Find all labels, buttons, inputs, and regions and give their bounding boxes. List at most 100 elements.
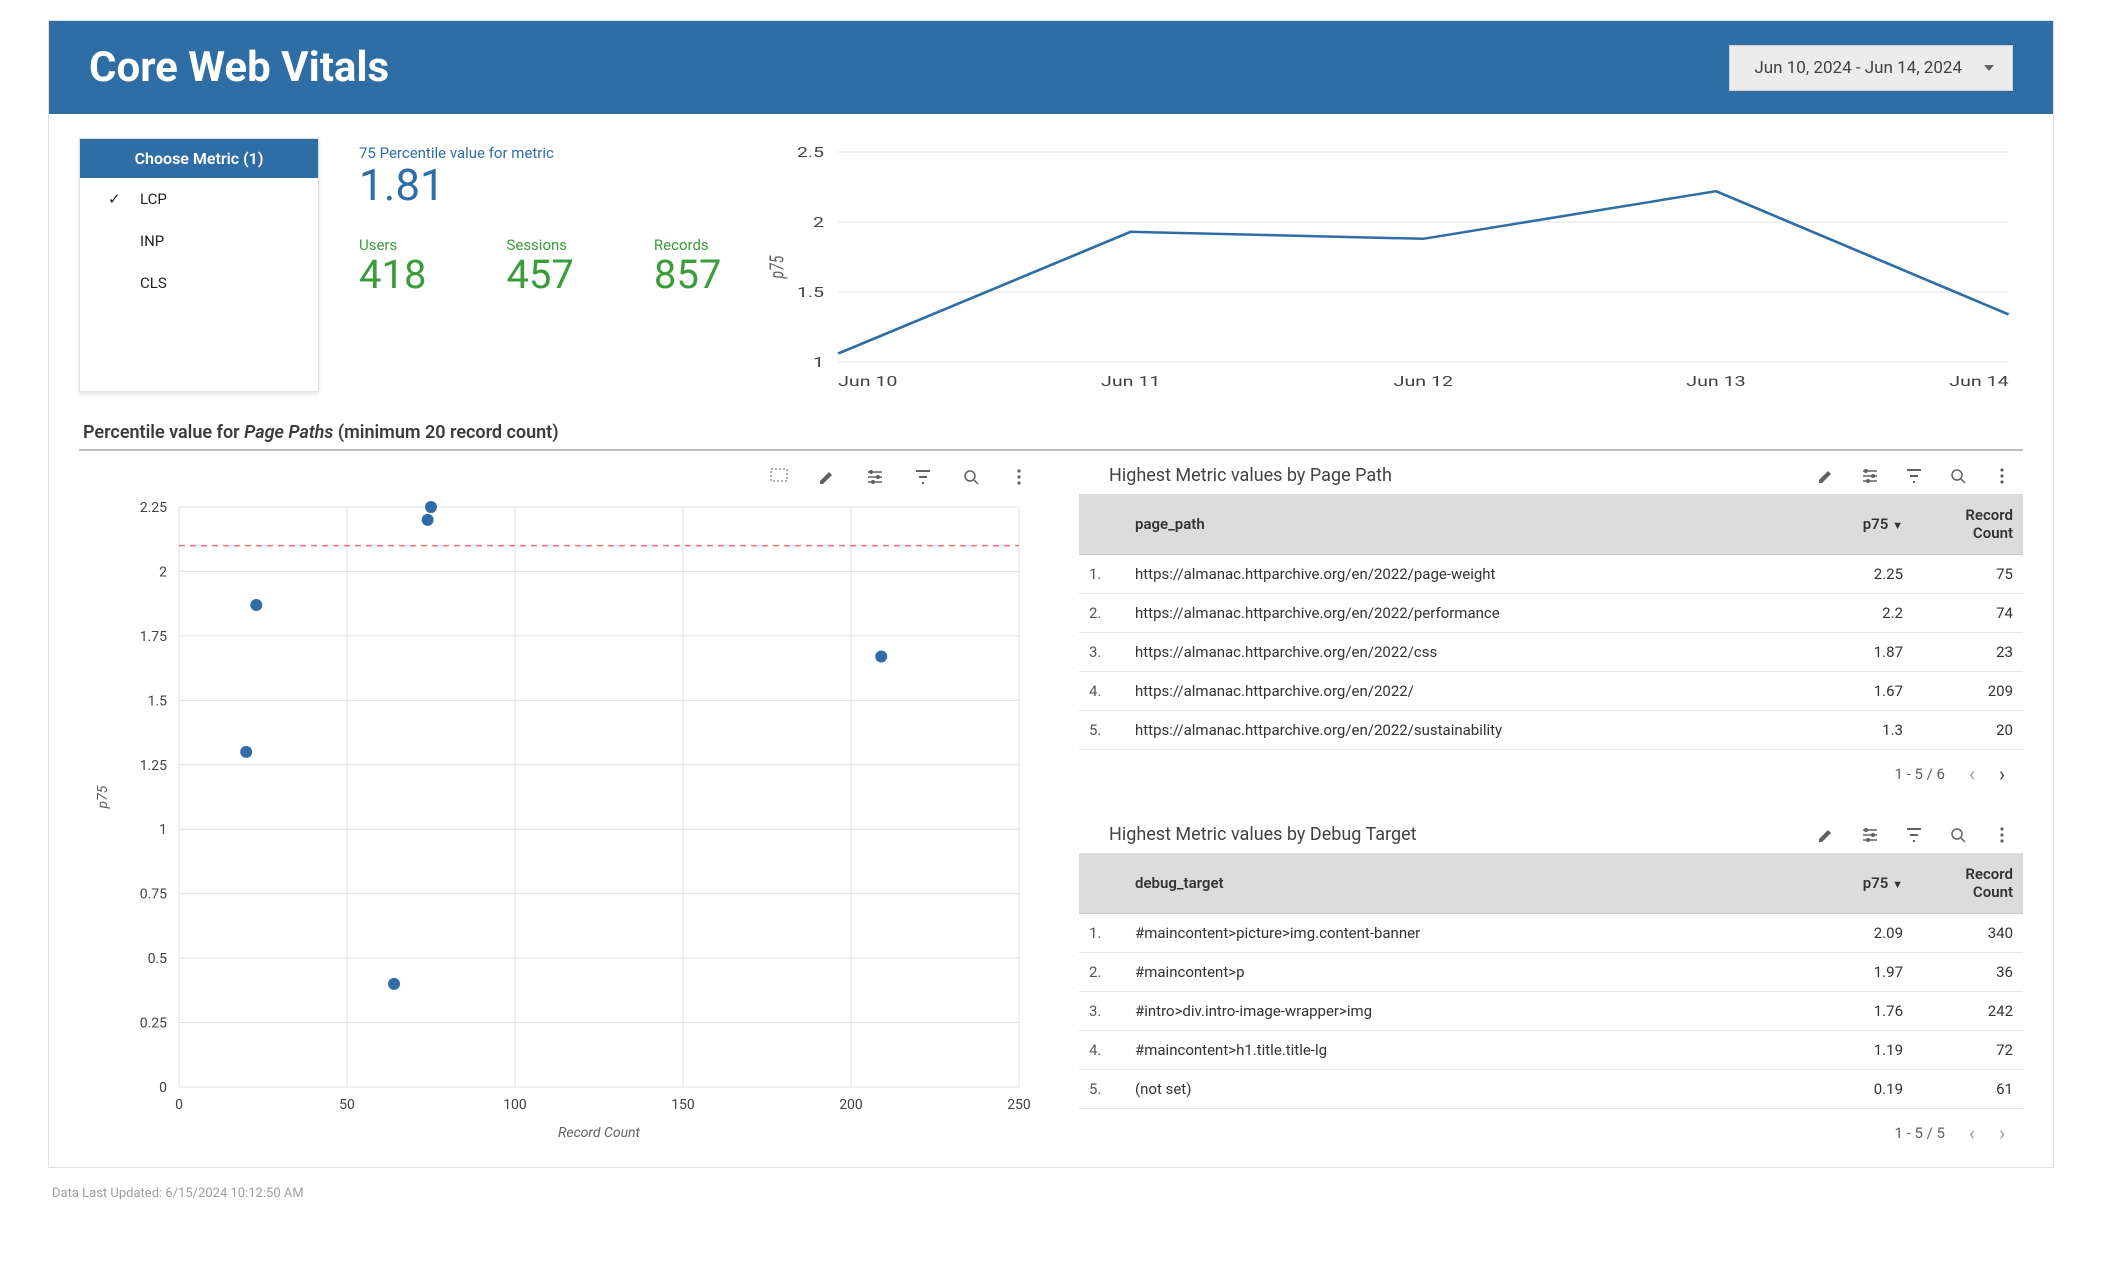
kpi-users: Users418 bbox=[359, 236, 426, 296]
zoom-reset-icon[interactable] bbox=[1949, 826, 1967, 848]
metric-option-inp[interactable]: INP bbox=[80, 220, 318, 262]
tune-icon[interactable] bbox=[1861, 826, 1879, 848]
svg-text:Jun 14: Jun 14 bbox=[1950, 374, 2010, 390]
svg-text:1.5: 1.5 bbox=[148, 693, 168, 709]
more-icon[interactable] bbox=[1009, 467, 1029, 487]
date-range-picker[interactable]: Jun 10, 2024 - Jun 14, 2024 bbox=[1729, 45, 2013, 91]
svg-text:1: 1 bbox=[813, 355, 824, 371]
col-p75[interactable]: p75 ▼ bbox=[1803, 853, 1913, 914]
table-row[interactable]: 1.#maincontent>picture>img.content-banne… bbox=[1079, 914, 2023, 953]
svg-text:250: 250 bbox=[1007, 1097, 1031, 1113]
svg-text:0.75: 0.75 bbox=[140, 887, 167, 903]
table-title: Highest Metric values by Debug Target bbox=[1079, 820, 1417, 853]
edit-icon[interactable] bbox=[1817, 467, 1835, 489]
svg-text:1.25: 1.25 bbox=[140, 758, 167, 774]
metric-option-label: CLS bbox=[140, 274, 167, 292]
section-title: Percentile value for Page Paths (minimum… bbox=[83, 422, 2023, 443]
table-row[interactable]: 3.https://almanac.httparchive.org/en/202… bbox=[1079, 633, 2023, 672]
svg-text:2.5: 2.5 bbox=[797, 145, 824, 161]
trend-chart: 11.522.5Jun 10Jun 11Jun 12Jun 13Jun 14p7… bbox=[761, 138, 2023, 392]
table-row[interactable]: 5.https://almanac.httparchive.org/en/202… bbox=[1079, 711, 2023, 750]
table-row[interactable]: 5.(not set)0.1961 bbox=[1079, 1070, 2023, 1109]
filter-icon[interactable] bbox=[1905, 826, 1923, 848]
next-page-button[interactable]: › bbox=[1999, 1121, 2005, 1145]
report-container: Core Web Vitals Jun 10, 2024 - Jun 14, 2… bbox=[48, 20, 2054, 1168]
svg-text:Record Count: Record Count bbox=[558, 1125, 641, 1141]
more-icon[interactable] bbox=[1993, 826, 2011, 848]
metric-option-label: LCP bbox=[140, 190, 167, 208]
svg-text:Jun 13: Jun 13 bbox=[1687, 374, 1746, 390]
svg-text:p75: p75 bbox=[767, 255, 790, 279]
table-toolbar bbox=[1817, 467, 2023, 489]
page-title: Core Web Vitals bbox=[89, 43, 389, 92]
table-pager: 1 - 5 / 6 ‹ › bbox=[1079, 750, 2023, 788]
date-range-label: Jun 10, 2024 - Jun 14, 2024 bbox=[1754, 58, 1962, 78]
kpi-value: 418 bbox=[359, 254, 426, 296]
svg-text:200: 200 bbox=[839, 1097, 863, 1113]
edit-icon[interactable] bbox=[1817, 826, 1835, 848]
pager-range: 1 - 5 / 6 bbox=[1894, 765, 1945, 783]
svg-text:1.75: 1.75 bbox=[140, 629, 167, 645]
pager-range: 1 - 5 / 5 bbox=[1894, 1124, 1945, 1142]
zoom-reset-icon[interactable] bbox=[961, 467, 981, 487]
kpi-value: 457 bbox=[506, 254, 573, 296]
col-page-path[interactable]: page_path bbox=[1125, 494, 1803, 555]
report-header: Core Web Vitals Jun 10, 2024 - Jun 14, 2… bbox=[49, 21, 2053, 114]
kpi-value: 857 bbox=[654, 254, 721, 296]
tune-icon[interactable] bbox=[1861, 467, 1879, 489]
col-record-count[interactable]: Record Count bbox=[1913, 494, 2023, 555]
svg-text:2: 2 bbox=[813, 215, 824, 231]
next-page-button[interactable]: › bbox=[1999, 762, 2005, 786]
kpi-p75-value: 1.81 bbox=[359, 162, 721, 208]
svg-text:Jun 11: Jun 11 bbox=[1101, 374, 1160, 390]
svg-text:50: 50 bbox=[339, 1097, 355, 1113]
prev-page-button[interactable]: ‹ bbox=[1969, 1121, 1975, 1145]
col-record-count[interactable]: Record Count bbox=[1913, 853, 2023, 914]
svg-text:0.5: 0.5 bbox=[148, 951, 168, 967]
zoom-reset-icon[interactable] bbox=[1949, 467, 1967, 489]
kpi-records: Records857 bbox=[654, 236, 721, 296]
svg-text:p75: p75 bbox=[95, 785, 111, 809]
metric-option-cls[interactable]: CLS bbox=[80, 262, 318, 304]
metric-selector: Choose Metric (1) ✓ LCP INP CLS bbox=[79, 138, 319, 392]
svg-text:2: 2 bbox=[159, 564, 167, 580]
table-row[interactable]: 2.#maincontent>p1.9736 bbox=[1079, 953, 2023, 992]
table-title: Highest Metric values by Page Path bbox=[1079, 461, 1392, 494]
table-debug-target: Highest Metric values by Debug Target bbox=[1079, 820, 2023, 1147]
svg-text:1: 1 bbox=[159, 822, 167, 838]
table-row[interactable]: 2.https://almanac.httparchive.org/en/202… bbox=[1079, 594, 2023, 633]
chevron-down-icon bbox=[1984, 65, 1994, 71]
svg-text:Jun 12: Jun 12 bbox=[1394, 374, 1453, 390]
filter-icon[interactable] bbox=[1905, 467, 1923, 489]
divider bbox=[79, 449, 2023, 451]
table-row[interactable]: 4.https://almanac.httparchive.org/en/202… bbox=[1079, 672, 2023, 711]
table-pager: 1 - 5 / 5 ‹ › bbox=[1079, 1109, 2023, 1147]
svg-text:0: 0 bbox=[175, 1097, 183, 1113]
metric-option-lcp[interactable]: ✓ LCP bbox=[80, 178, 318, 220]
metric-option-label: INP bbox=[140, 232, 164, 250]
check-icon: ✓ bbox=[108, 190, 126, 208]
table-page-path: Highest Metric values by Page Path bbox=[1079, 461, 2023, 788]
table-toolbar bbox=[1817, 826, 2023, 848]
filter-icon[interactable] bbox=[913, 467, 933, 487]
table-row[interactable]: 3.#intro>div.intro-image-wrapper>img1.76… bbox=[1079, 992, 2023, 1031]
more-icon[interactable] bbox=[1993, 467, 2011, 489]
svg-text:2.25: 2.25 bbox=[140, 500, 167, 516]
kpi-p75: 75 Percentile value for metric 1.81 bbox=[359, 144, 721, 208]
svg-text:150: 150 bbox=[671, 1097, 695, 1113]
svg-text:0: 0 bbox=[159, 1080, 167, 1096]
tune-icon[interactable] bbox=[865, 467, 885, 487]
svg-text:0.25: 0.25 bbox=[140, 1016, 167, 1032]
kpi-sessions: Sessions457 bbox=[506, 236, 573, 296]
svg-text:100: 100 bbox=[503, 1097, 527, 1113]
select-icon[interactable] bbox=[769, 467, 789, 487]
table-row[interactable]: 1.https://almanac.httparchive.org/en/202… bbox=[1079, 555, 2023, 594]
metric-selector-title: Choose Metric (1) bbox=[80, 139, 318, 178]
col-debug-target[interactable]: debug_target bbox=[1125, 853, 1803, 914]
col-p75[interactable]: p75 ▼ bbox=[1803, 494, 1913, 555]
prev-page-button[interactable]: ‹ bbox=[1969, 762, 1975, 786]
svg-text:1.5: 1.5 bbox=[797, 285, 824, 301]
edit-icon[interactable] bbox=[817, 467, 837, 487]
data-updated-footer: Data Last Updated: 6/15/2024 10:12:50 AM bbox=[0, 1178, 2102, 1201]
table-row[interactable]: 4.#maincontent>h1.title.title-lg1.1972 bbox=[1079, 1031, 2023, 1070]
